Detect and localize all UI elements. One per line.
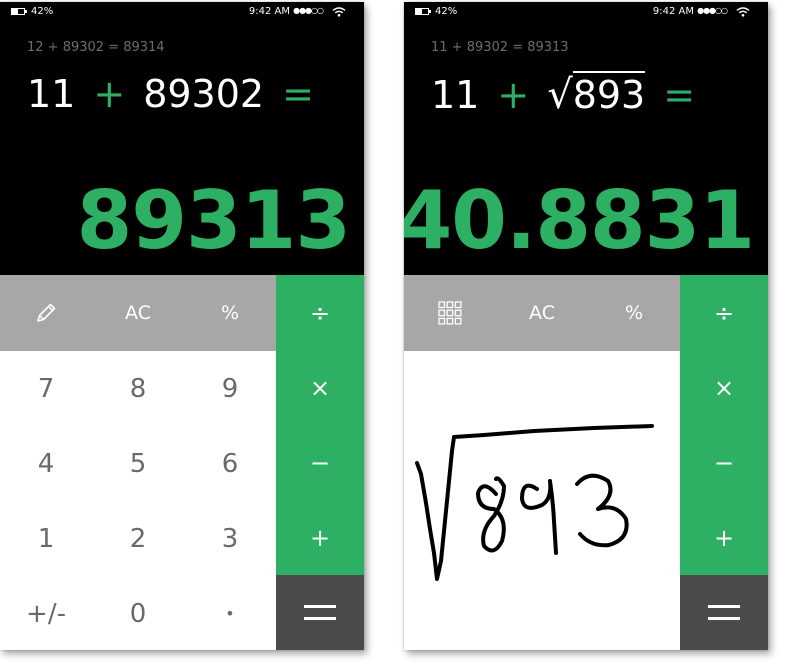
equals-button[interactable] bbox=[276, 575, 364, 650]
number-pad: 7 8 9 4 5 6 1 2 3 +/- 0 • bbox=[0, 351, 276, 650]
all-clear-button[interactable]: AC bbox=[92, 275, 184, 351]
expression-operator: + bbox=[93, 72, 126, 116]
status-bar: 42% 9:42 AM ●●●○○ bbox=[404, 2, 768, 24]
expression-operand-b: 89302 bbox=[143, 72, 265, 116]
expression-operand-a: 11 bbox=[431, 73, 480, 117]
expression-equals: = bbox=[282, 72, 314, 116]
wifi-icon bbox=[332, 7, 346, 17]
equals-icon bbox=[304, 605, 336, 608]
plus-button[interactable]: + bbox=[680, 500, 768, 575]
digit-9-button[interactable]: 9 bbox=[184, 351, 276, 426]
digit-8-button[interactable]: 8 bbox=[92, 351, 184, 426]
expression-equals: = bbox=[663, 73, 696, 117]
percent-button[interactable]: % bbox=[588, 275, 680, 351]
plus-button[interactable]: + bbox=[276, 500, 364, 575]
expression: 11 +89302 = bbox=[27, 72, 332, 122]
all-clear-button[interactable]: AC bbox=[496, 275, 588, 351]
minus-button[interactable]: − bbox=[680, 425, 768, 500]
expression-operand-b: 893 bbox=[572, 71, 646, 117]
operator-column: ÷ × − + bbox=[680, 275, 768, 575]
equals-icon-bar bbox=[708, 617, 740, 620]
digit-4-button[interactable]: 4 bbox=[0, 426, 92, 501]
status-bar: 42% 9:42 AM ●●●○○ bbox=[0, 2, 364, 24]
decimal-button[interactable]: • bbox=[184, 576, 276, 650]
battery-icon bbox=[415, 8, 431, 15]
digit-2-button[interactable]: 2 bbox=[92, 501, 184, 576]
signal-icon: ●●●○○ bbox=[293, 6, 324, 15]
display-panel: 42% 9:42 AM ●●●○○ 11 + 89302 = 89313 11 +… bbox=[404, 2, 768, 275]
calculator-handwriting-mode: 42% 9:42 AM ●●●○○ 11 + 89302 = 89313 11 +… bbox=[404, 2, 768, 650]
expression: 11 + √893 = bbox=[431, 71, 713, 122]
divide-button[interactable]: ÷ bbox=[680, 275, 768, 350]
digit-1-button[interactable]: 1 bbox=[0, 501, 92, 576]
display-panel: 42% 9:42 AM ●●●○○ 12 + 89302 = 89314 11 +… bbox=[0, 2, 364, 275]
history-line: 12 + 89302 = 89314 bbox=[27, 40, 165, 55]
multiply-button[interactable]: × bbox=[680, 350, 768, 425]
minus-button[interactable]: − bbox=[276, 425, 364, 500]
digit-5-button[interactable]: 5 bbox=[92, 426, 184, 501]
function-keys-row: AC % bbox=[404, 275, 680, 351]
sqrt-icon: √ bbox=[547, 72, 573, 118]
plus-minus-button[interactable]: +/- bbox=[0, 576, 92, 650]
handwritten-sqrt-893 bbox=[415, 424, 654, 581]
function-keys-row: AC % bbox=[0, 275, 276, 351]
digit-6-button[interactable]: 6 bbox=[184, 426, 276, 501]
result-value: 89313 bbox=[76, 174, 351, 267]
digit-0-button[interactable]: 0 bbox=[92, 576, 184, 650]
battery-percent: 42% bbox=[31, 6, 54, 17]
status-time: 9:42 AM bbox=[248, 6, 290, 17]
expression-operator: + bbox=[497, 73, 530, 117]
digit-3-button[interactable]: 3 bbox=[184, 501, 276, 576]
equals-button[interactable] bbox=[680, 575, 768, 650]
expression-operand-a: 11 bbox=[27, 72, 76, 116]
digit-7-button[interactable]: 7 bbox=[0, 351, 92, 426]
pencil-icon bbox=[37, 303, 56, 322]
result-value: 40.8831 bbox=[404, 174, 755, 267]
status-time: 9:42 AM bbox=[652, 6, 694, 17]
multiply-button[interactable]: × bbox=[276, 350, 364, 425]
divide-button[interactable]: ÷ bbox=[276, 275, 364, 350]
equals-icon bbox=[708, 605, 740, 608]
wifi-icon bbox=[736, 7, 750, 17]
history-line: 11 + 89302 = 89313 bbox=[431, 40, 569, 55]
signal-icon: ●●●○○ bbox=[697, 6, 728, 15]
battery-icon bbox=[11, 8, 27, 15]
pencil-mode-button[interactable] bbox=[0, 275, 92, 351]
keypad-mode-button[interactable] bbox=[404, 275, 496, 351]
handwriting-canvas[interactable] bbox=[404, 351, 680, 650]
operator-column: ÷ × − + bbox=[276, 275, 364, 575]
calculator-keypad-mode: 42% 9:42 AM ●●●○○ 12 + 89302 = 89314 11 +… bbox=[0, 2, 364, 650]
equals-icon-bar bbox=[304, 617, 336, 620]
percent-button[interactable]: % bbox=[184, 275, 276, 351]
battery-percent: 42% bbox=[435, 6, 458, 17]
grid-keypad-icon bbox=[438, 301, 462, 325]
